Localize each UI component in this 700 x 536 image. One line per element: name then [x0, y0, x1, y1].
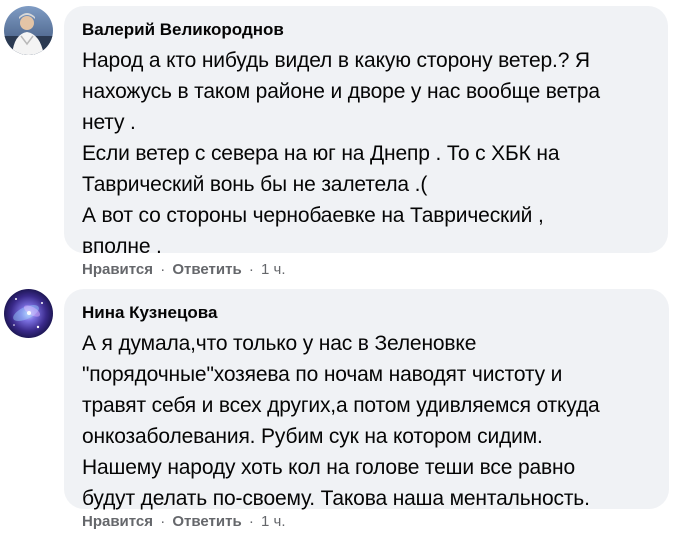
profile-photo-icon [4, 289, 53, 338]
separator: · [160, 261, 166, 278]
comment-bubble: Валерий Великороднов Народ а кто нибудь … [64, 6, 668, 258]
comment-timestamp[interactable]: 1 ч. [261, 261, 286, 278]
comment-text-line: А вот со стороны чернобаевке на Тавричес… [82, 204, 544, 227]
like-button[interactable]: Нравится [82, 261, 153, 278]
comment-actions: Нравится · Ответить · 1 ч. [82, 260, 286, 280]
like-button[interactable]: Нравится [82, 513, 153, 530]
comment-text-line: онкозаболевания. Рубим сук на котором си… [82, 425, 543, 448]
reply-button[interactable]: Ответить [172, 513, 241, 530]
separator: · [248, 513, 254, 530]
comment-text-line: травят себя и всех других,а потом удивля… [82, 394, 600, 417]
comment-text-line: будут делать по-своему. Такова наша мент… [82, 487, 590, 510]
comment-author[interactable]: Валерий Великороднов [82, 19, 650, 41]
comment-text-line: Нашему народу хоть кол на голове теши вс… [82, 456, 576, 479]
comment-text-line: А я думала,что только у нас в Зеленовке [82, 332, 477, 355]
separator: · [160, 513, 166, 530]
comment-text: Народ а кто нибудь видел в какую сторону… [82, 45, 650, 262]
comment-text-line: Народ а кто нибудь видел в какую сторону… [82, 49, 590, 72]
avatar[interactable] [4, 6, 53, 55]
comment-text-line: вполне . [82, 235, 162, 258]
comment-bubble: Нина Кузнецова А я думала,что только у н… [64, 289, 669, 510]
comment-author[interactable]: Нина Кузнецова [82, 302, 651, 324]
profile-photo-icon [4, 6, 53, 55]
comment-text-line: "порядочные"хозяева по ночам наводят чис… [82, 363, 563, 386]
avatar[interactable] [4, 289, 53, 338]
comment-text-line: нахожусь в таком районе и дворе у нас во… [82, 80, 600, 103]
comment-text-line: Таврический вонь бы не залетела .( [82, 173, 428, 196]
separator: · [248, 261, 254, 278]
comment-text: А я думала,что только у нас в Зеленовке … [82, 328, 651, 514]
comment-text-line: Если ветер с севера на юг на Днепр . То … [82, 142, 560, 165]
comment-timestamp[interactable]: 1 ч. [261, 513, 286, 530]
comment-actions: Нравится · Ответить · 1 ч. [82, 512, 286, 532]
reply-button[interactable]: Ответить [172, 261, 241, 278]
comment-text-line: нету . [82, 111, 136, 134]
